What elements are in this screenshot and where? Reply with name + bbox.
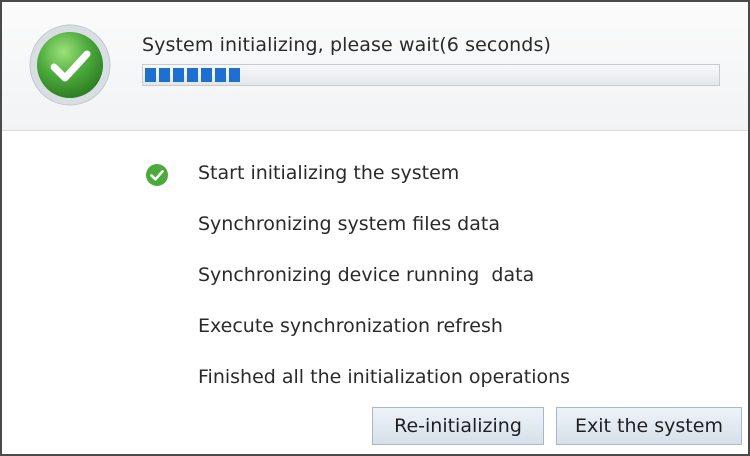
step-item: Start initializing the system [198,162,460,184]
progress-bar-fill [145,68,242,82]
step-item: Synchronizing device running data [198,264,535,286]
dialog-header: System initializing, please wait(6 secon… [2,2,748,131]
initialization-dialog: System initializing, please wait(6 secon… [0,0,750,456]
progress-bar [142,64,720,86]
exit-system-button[interactable]: Exit the system [556,407,742,445]
reinitialize-button[interactable]: Re-initializing [372,407,544,445]
step-item: Execute synchronization refresh [198,315,503,337]
step-item: Synchronizing system files data [198,213,500,235]
success-check-icon [29,24,111,106]
step-item: Finished all the initialization operatio… [198,366,571,388]
step-complete-check-icon [146,164,168,186]
header-title: System initializing, please wait(6 secon… [142,34,551,56]
